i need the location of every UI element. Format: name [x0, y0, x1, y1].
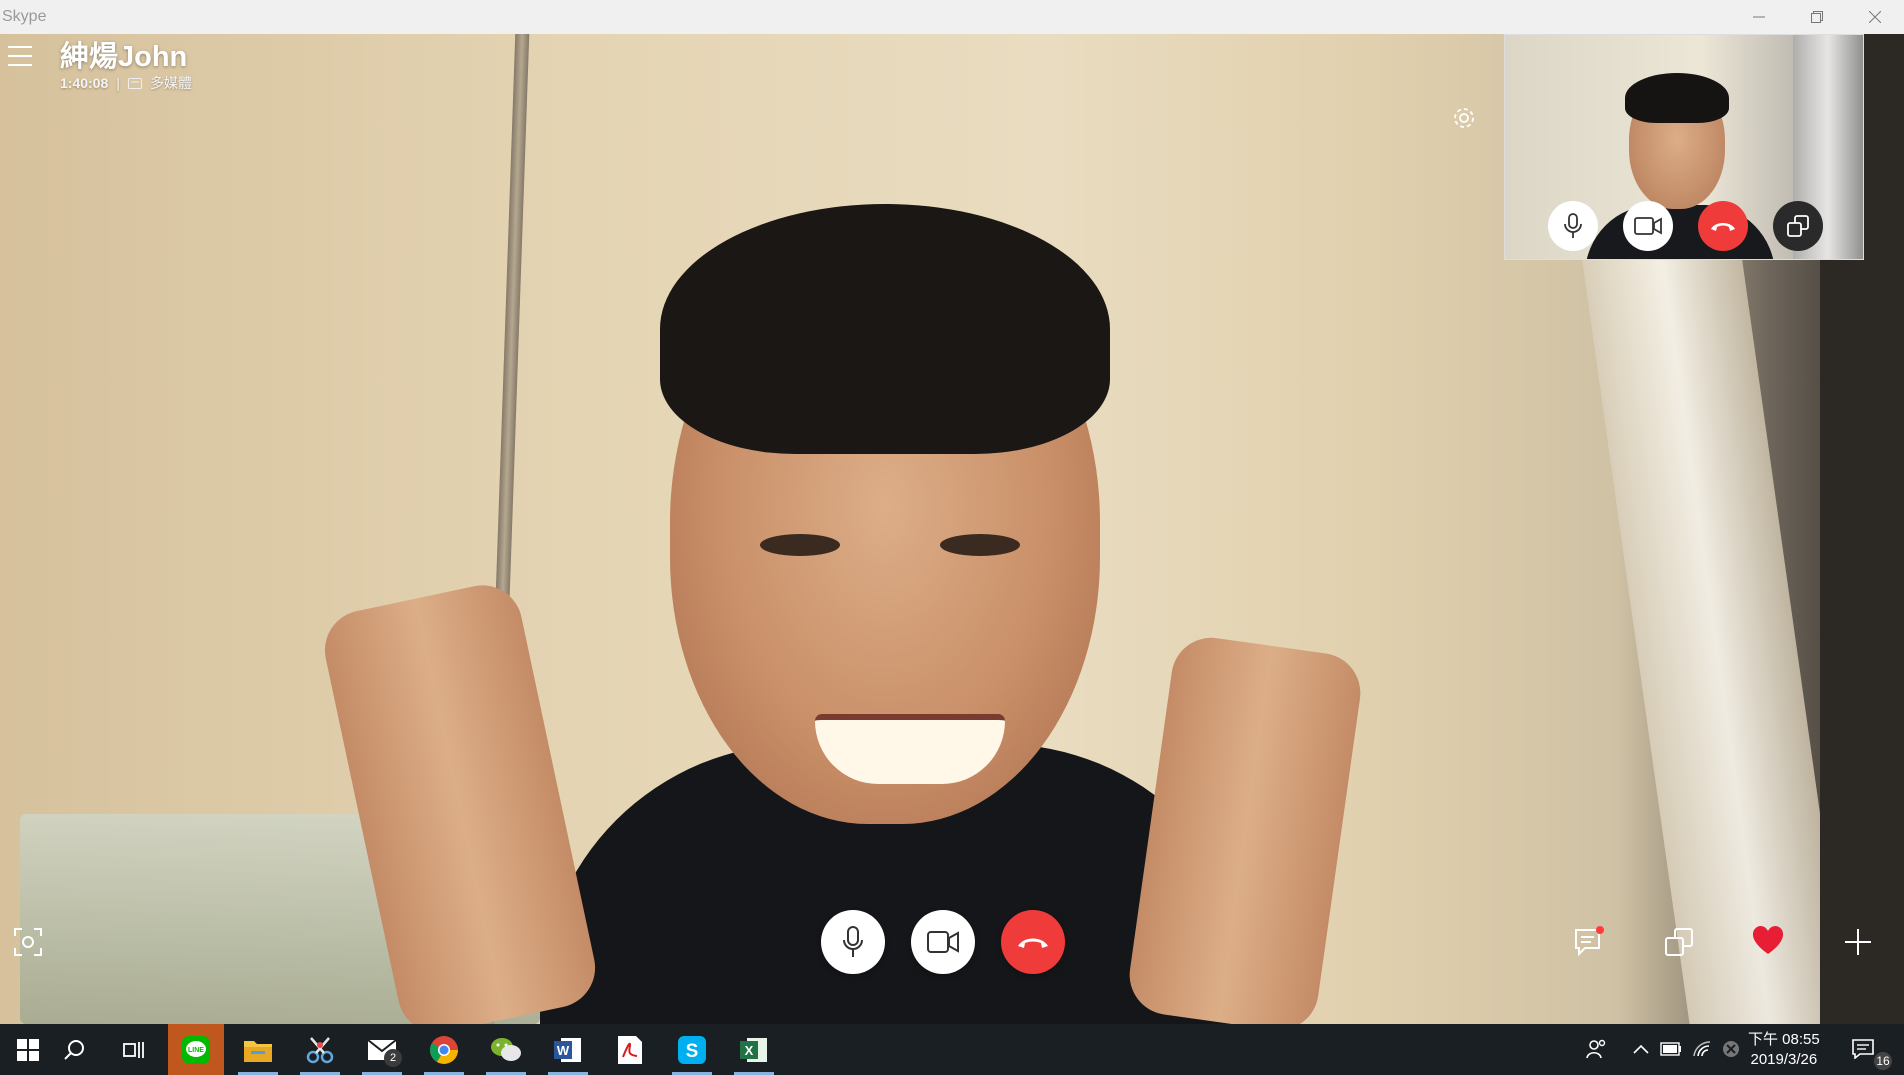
- task-view-button[interactable]: [106, 1024, 162, 1075]
- excel-icon: X: [740, 1037, 767, 1062]
- self-preview[interactable]: [1504, 34, 1864, 260]
- network-button[interactable]: [1692, 1038, 1714, 1060]
- notifications-icon: [1852, 1039, 1874, 1059]
- notification-count: 16: [1874, 1052, 1892, 1070]
- call-meta: 1:40:08 | 多媒體: [60, 73, 192, 93]
- people-button[interactable]: [1585, 1038, 1607, 1060]
- video-toggle-button[interactable]: [911, 910, 975, 974]
- restore-button[interactable]: [1788, 0, 1846, 34]
- battery-button[interactable]: [1660, 1038, 1682, 1060]
- taskbar-app-line[interactable]: LINE: [168, 1024, 224, 1075]
- minimize-button[interactable]: [1730, 0, 1788, 34]
- settings-button[interactable]: [1450, 104, 1478, 132]
- hang-up-icon: [1018, 938, 1048, 948]
- skype-icon: S: [678, 1035, 706, 1064]
- taskbar-app-word[interactable]: W: [540, 1024, 596, 1075]
- mic-icon: [843, 926, 863, 957]
- line-icon: LINE: [182, 1035, 210, 1064]
- heart-icon: [1752, 925, 1784, 954]
- clock-time: 下午 08:55: [1748, 1031, 1820, 1048]
- mic-icon: [1564, 213, 1582, 238]
- taskbar-app-wechat[interactable]: [478, 1024, 534, 1075]
- svg-text:S: S: [686, 1041, 699, 1062]
- windows-start-icon: [17, 1038, 39, 1061]
- menu-button[interactable]: [8, 46, 32, 66]
- self-preview-controls: [1548, 201, 1823, 251]
- search-icon: [64, 1039, 84, 1060]
- svg-text:W: W: [557, 1043, 570, 1058]
- window-titlebar: Skype: [0, 0, 1904, 34]
- taskbar-app-file-explorer[interactable]: [230, 1024, 286, 1075]
- contact-name: 紳煬John: [60, 41, 188, 73]
- video-camera-icon: [927, 931, 959, 953]
- window-controls: [1730, 0, 1904, 34]
- switch-view-icon: [1665, 928, 1693, 956]
- taskbar-clock[interactable]: 下午 08:55 2019/3/26: [1748, 1030, 1820, 1070]
- mail-badge: 2: [384, 1049, 402, 1067]
- mute-button[interactable]: [821, 910, 885, 974]
- chevron-up-icon: [1633, 1044, 1649, 1054]
- close-icon: [1869, 11, 1881, 23]
- remote-participant: [540, 184, 1260, 1024]
- taskbar-app-snipping-tool[interactable]: [292, 1024, 348, 1075]
- folder-icon: [244, 1040, 272, 1062]
- media-card-icon: [127, 77, 142, 89]
- battery-icon: [1660, 1042, 1681, 1056]
- chrome-icon: [430, 1035, 458, 1064]
- hang-up-button[interactable]: [1001, 910, 1065, 974]
- wechat-icon: [491, 1037, 521, 1061]
- add-participant-button[interactable]: [1840, 924, 1876, 960]
- windows-taskbar: LINE 2 W S X 下午 08:55 2019/3/26 16: [0, 1024, 1904, 1075]
- restore-icon: [1811, 11, 1823, 23]
- taskbar-app-excel[interactable]: X: [726, 1024, 782, 1075]
- wifi-icon: [1693, 1041, 1711, 1057]
- app-title: Skype: [2, 8, 47, 25]
- scissors-icon: [306, 1036, 334, 1063]
- call-duration: 1:40:08: [60, 75, 109, 91]
- taskbar-app-skype[interactable]: S: [664, 1024, 720, 1075]
- preview-video-button[interactable]: [1623, 201, 1673, 251]
- volume-muted-icon: [1723, 1041, 1739, 1057]
- minimize-icon: [1753, 16, 1765, 18]
- word-icon: W: [554, 1037, 581, 1062]
- taskbar-app-mail[interactable]: 2: [354, 1024, 410, 1075]
- hang-up-icon: [1711, 223, 1735, 231]
- chat-icon: [1575, 926, 1604, 957]
- people-icon: [1586, 1039, 1606, 1059]
- taskbar-app-chrome[interactable]: [416, 1024, 472, 1075]
- gear-icon: [1454, 108, 1474, 128]
- svg-text:LINE: LINE: [188, 1047, 204, 1054]
- close-button[interactable]: [1846, 0, 1904, 34]
- switch-view-button[interactable]: [1661, 924, 1697, 960]
- chat-button[interactable]: [1571, 924, 1607, 960]
- switch-view-icon: [1787, 215, 1809, 237]
- show-hidden-icons-button[interactable]: [1630, 1038, 1652, 1060]
- pdf-icon: [618, 1035, 642, 1064]
- preview-hang-up-button[interactable]: [1698, 201, 1748, 251]
- preview-mute-button[interactable]: [1548, 201, 1598, 251]
- video-camera-icon: [1634, 217, 1662, 235]
- taskbar-app-acrobat[interactable]: [602, 1024, 658, 1075]
- action-center-button[interactable]: [1852, 1038, 1874, 1060]
- search-button[interactable]: [46, 1024, 102, 1075]
- svg-text:X: X: [745, 1043, 754, 1058]
- task-view-icon: [123, 1041, 144, 1058]
- clock-date: 2019/3/26: [1750, 1051, 1818, 1068]
- preview-switch-view-button[interactable]: [1773, 201, 1823, 251]
- snapshot-icon: [14, 928, 42, 956]
- meta-separator: |: [116, 75, 120, 91]
- reaction-button[interactable]: [1750, 922, 1786, 958]
- volume-button[interactable]: [1720, 1038, 1742, 1060]
- snapshot-button[interactable]: [10, 924, 46, 960]
- media-label[interactable]: 多媒體: [150, 73, 192, 93]
- plus-icon: [1845, 929, 1871, 955]
